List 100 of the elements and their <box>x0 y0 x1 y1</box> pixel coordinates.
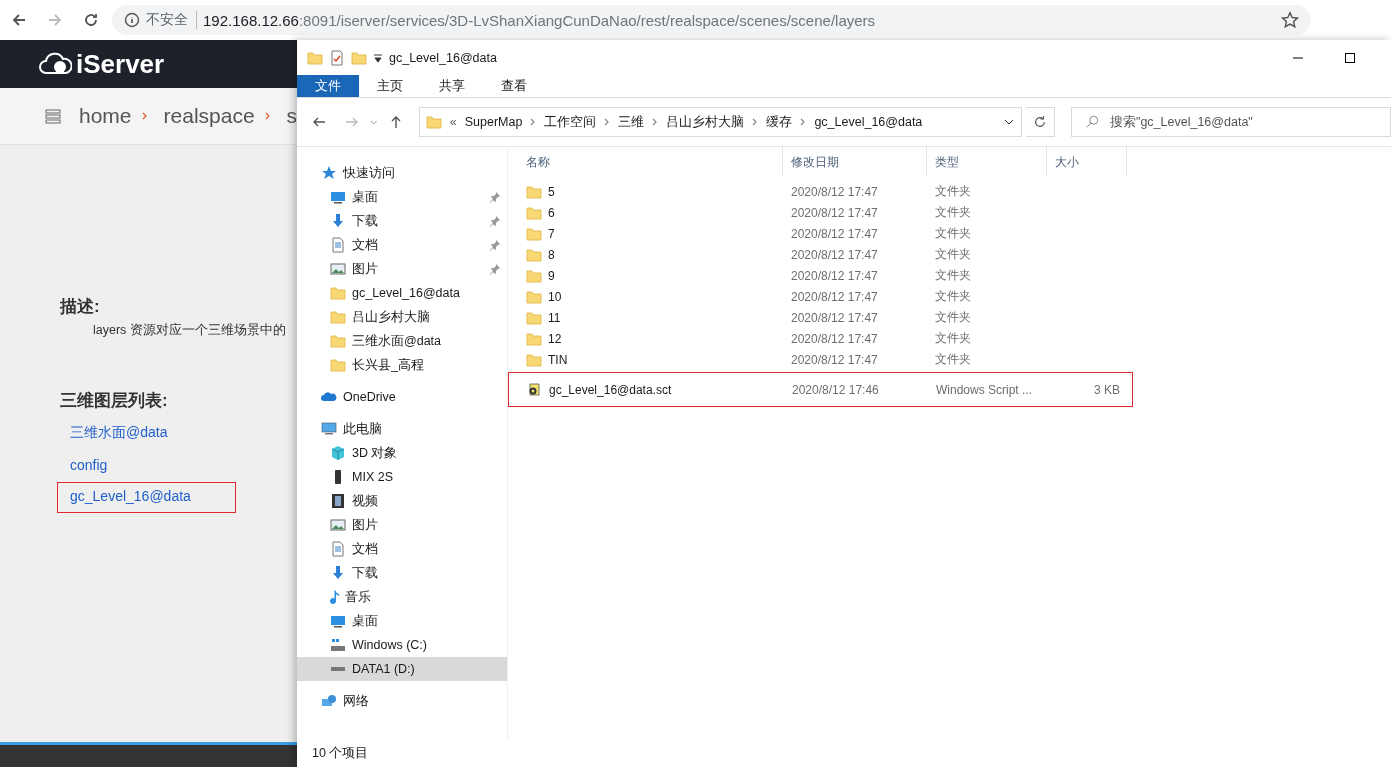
file-date: 2020/8/12 17:47 <box>790 268 879 283</box>
file-type: 文件夹 <box>934 330 972 347</box>
computer-icon <box>321 421 337 437</box>
nav-item[interactable]: 下载 <box>297 561 507 585</box>
ribbon-tab[interactable]: 共享 <box>421 75 483 97</box>
film-icon <box>330 493 346 509</box>
file-row[interactable]: 7 2020/8/12 17:47 文件夹 <box>518 223 1391 244</box>
nav-item[interactable]: 图片 <box>297 257 507 281</box>
document-icon <box>330 541 346 557</box>
file-name: 10 <box>548 289 562 304</box>
address-field[interactable]: « SuperMap 工作空间 三维 吕山乡村大脑 缓存 gc_Level_16@data <box>418 107 1023 137</box>
nav-item[interactable]: 桌面 <box>297 185 507 209</box>
file-date: 2020/8/12 17:47 <box>790 184 879 199</box>
download-arrow-icon <box>330 213 346 229</box>
folder-icon <box>526 330 542 347</box>
path-segment[interactable]: gc_Level_16@data <box>814 115 923 129</box>
column-header[interactable]: 大小 <box>1047 147 1127 177</box>
file-row[interactable]: 12 2020/8/12 17:47 文件夹 <box>518 328 1391 349</box>
nav-item[interactable]: MIX 2S <box>297 465 507 489</box>
folder-icon <box>307 49 323 66</box>
file-name: 8 <box>548 247 555 262</box>
nav-item[interactable]: 桌面 <box>297 609 507 633</box>
file-row[interactable]: gc_Level_16@data.sct 2020/8/12 17:46 Windows Script ... 3 KB <box>508 372 1133 407</box>
list-icon <box>45 108 61 124</box>
file-size: 3 KB <box>1093 382 1121 397</box>
ribbon-tab[interactable]: 文件 <box>297 75 359 97</box>
file-row[interactable]: 9 2020/8/12 17:47 文件夹 <box>518 265 1391 286</box>
file-date: 2020/8/12 17:47 <box>790 310 879 325</box>
nav-item[interactable]: DATA1 (D:) <box>297 657 507 681</box>
info-icon <box>124 12 140 28</box>
breadcrumb-link[interactable]: s <box>286 104 298 128</box>
file-name: 6 <box>548 205 555 220</box>
path-segment[interactable]: SuperMap <box>464 115 523 129</box>
refresh-button[interactable] <box>1026 107 1055 137</box>
folder-icon <box>526 204 542 221</box>
file-date: 2020/8/12 17:47 <box>790 247 879 262</box>
search-icon <box>1085 115 1099 129</box>
folder-icon <box>526 183 542 200</box>
logo-text: iServer <box>76 48 165 80</box>
reload-icon <box>83 12 99 28</box>
layer-link[interactable]: 三维水面@data <box>57 418 213 451</box>
file-date: 2020/8/12 17:47 <box>790 205 879 220</box>
forward-arrow-icon <box>47 12 63 28</box>
chevron-icon <box>141 112 148 120</box>
picture-icon <box>330 517 346 533</box>
breadcrumb-link[interactable]: realspace <box>163 104 255 128</box>
file-type: 文件夹 <box>934 309 972 326</box>
nav-item[interactable]: 快速访问 <box>297 161 507 185</box>
file-row[interactable]: 8 2020/8/12 17:47 文件夹 <box>518 244 1391 265</box>
nav-item[interactable]: 文档 <box>297 233 507 257</box>
nav-item[interactable]: 三维水面@data <box>297 329 507 353</box>
file-row[interactable]: TIN 2020/8/12 17:47 文件夹 <box>518 349 1391 370</box>
file-row[interactable]: 5 2020/8/12 17:47 文件夹 <box>518 181 1391 202</box>
network-icon <box>321 693 337 709</box>
nav-item[interactable]: Windows (C:) <box>297 633 507 657</box>
nav-item[interactable]: 此电脑 <box>297 417 507 441</box>
file-name: TIN <box>548 352 568 367</box>
file-type: 文件夹 <box>934 183 972 200</box>
address-bar[interactable]: 不安全 192.168.12.66:8091/iserver/services/3D-LvShanXiangCunDaNao/rest/realspace/scenes/scene/layers <box>112 5 1311 35</box>
maximize-icon <box>1344 51 1356 64</box>
nav-item[interactable]: 视频 <box>297 489 507 513</box>
path-segment[interactable]: 吕山乡村大脑 <box>666 113 745 131</box>
status-text: 10 个项目 <box>312 744 369 762</box>
file-row[interactable]: 10 2020/8/12 17:47 文件夹 <box>518 286 1391 307</box>
nav-item[interactable]: 3D 对象 <box>297 441 507 465</box>
nav-item[interactable]: 吕山乡村大脑 <box>297 305 507 329</box>
folder-icon <box>526 225 542 242</box>
nav-item[interactable]: 下载 <box>297 209 507 233</box>
refresh-icon <box>1033 115 1048 129</box>
music-note-icon <box>330 589 339 605</box>
nav-item[interactable]: gc_Level_16@data <box>297 281 507 305</box>
column-header[interactable]: 名称 <box>518 147 783 177</box>
layer-link[interactable]: gc_Level_16@data <box>57 482 236 513</box>
nav-item[interactable]: 长兴县_高程 <box>297 353 507 377</box>
drive-icon <box>330 637 346 653</box>
chevron-icon <box>752 118 759 126</box>
url-host: 192.168.12.66 <box>203 11 299 29</box>
nav-item[interactable]: OneDrive <box>297 385 507 409</box>
ribbon-tab[interactable]: 主页 <box>359 75 421 97</box>
column-header[interactable]: 修改日期 <box>783 147 927 177</box>
nav-item[interactable]: 网络 <box>297 689 507 713</box>
nav-item[interactable]: 文档 <box>297 537 507 561</box>
search-field[interactable]: 搜索"gc_Level_16@data" <box>1071 107 1391 137</box>
download-arrow-icon <box>330 565 346 581</box>
layer-link[interactable]: config <box>57 451 153 482</box>
description-text: layers 资源对应一个三维场景中的 <box>93 322 286 339</box>
file-row[interactable]: 6 2020/8/12 17:47 文件夹 <box>518 202 1391 223</box>
breadcrumb-link[interactable]: home <box>79 104 132 128</box>
file-row[interactable]: 11 2020/8/12 17:47 文件夹 <box>518 307 1391 328</box>
monitor-icon <box>330 189 346 205</box>
nav-item[interactable]: 音乐 <box>297 585 507 609</box>
path-segment[interactable]: 三维 <box>618 113 645 131</box>
path-segment[interactable]: 缓存 <box>766 113 793 131</box>
path-segment[interactable]: 工作空间 <box>544 113 597 131</box>
folder-icon <box>330 309 346 325</box>
column-header[interactable]: 类型 <box>927 147 1047 177</box>
nav-item[interactable]: 图片 <box>297 513 507 537</box>
ribbon-tab[interactable]: 查看 <box>483 75 545 97</box>
url-path: :8091/iserver/services/3D-LvShanXiangCunDaNao/rest/realspace/scenes/scene/layers <box>298 11 876 29</box>
folder-icon <box>526 267 542 284</box>
